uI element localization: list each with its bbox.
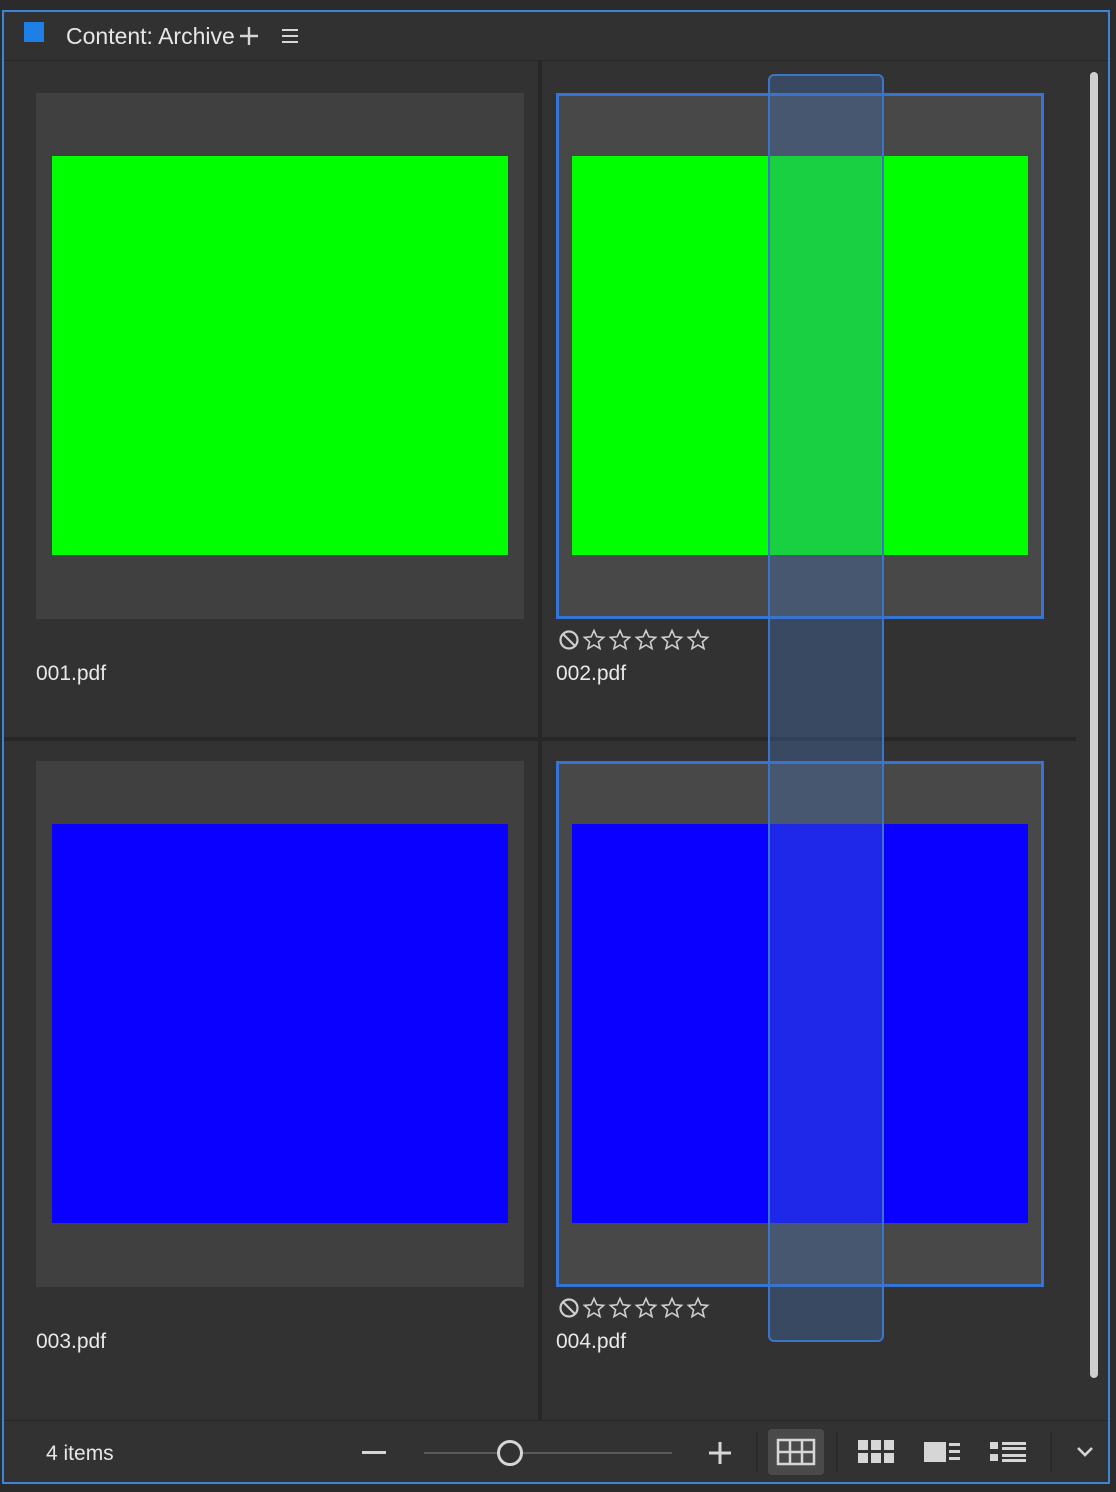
content-grid: 001.pdf 002.pdf 003.pdf 004.pdf xyxy=(4,61,1092,1423)
star-icon[interactable] xyxy=(686,628,710,652)
grid-view-button[interactable] xyxy=(768,1429,824,1475)
content-item[interactable]: 003.pdf xyxy=(4,729,524,1389)
zoom-slider[interactable] xyxy=(424,1437,672,1469)
reject-icon[interactable] xyxy=(558,629,580,651)
filmstrip-view-icon xyxy=(924,1442,960,1462)
list-view-icon xyxy=(990,1442,1026,1462)
grid-view-small-icon xyxy=(858,1440,894,1463)
panel-color-swatch xyxy=(24,22,44,42)
item-filename: 001.pdf xyxy=(36,662,107,685)
star-icon[interactable] xyxy=(582,628,606,652)
footer-divider xyxy=(756,1433,758,1473)
item-count: 4 items xyxy=(46,1442,114,1465)
footer-divider xyxy=(1050,1433,1052,1473)
add-icon[interactable] xyxy=(238,25,260,47)
item-filename: 002.pdf xyxy=(556,662,627,685)
panel-menu-icon[interactable] xyxy=(280,26,300,46)
star-icon[interactable] xyxy=(608,1296,632,1320)
star-icon[interactable] xyxy=(608,628,632,652)
content-item[interactable]: 002.pdf xyxy=(524,61,1044,721)
grid-view-small-button[interactable] xyxy=(848,1429,904,1475)
star-icon[interactable] xyxy=(634,1296,658,1320)
content-item[interactable]: 001.pdf xyxy=(4,61,524,721)
zoom-slider-track[interactable] xyxy=(424,1452,672,1454)
content-panel: Content: Archive 001.pdf 002.pdf 003.pdf… xyxy=(2,10,1110,1484)
zoom-in-icon[interactable] xyxy=(708,1441,732,1465)
panel-title[interactable]: Content: Archive xyxy=(66,22,235,50)
chevron-down-icon[interactable] xyxy=(1074,1441,1096,1463)
panel-header: Content: Archive xyxy=(4,12,1108,61)
item-filename: 003.pdf xyxy=(36,1330,107,1353)
item-thumbnail[interactable] xyxy=(556,761,1044,1287)
star-icon[interactable] xyxy=(634,628,658,652)
star-icon[interactable] xyxy=(660,628,684,652)
item-rating[interactable] xyxy=(558,1295,710,1321)
thumbnail-image xyxy=(572,824,1028,1223)
item-filename: 004.pdf xyxy=(556,1330,627,1353)
star-icon[interactable] xyxy=(686,1296,710,1320)
reject-icon[interactable] xyxy=(558,1297,580,1319)
item-thumbnail[interactable] xyxy=(36,761,524,1287)
panel-footer: 4 items xyxy=(4,1420,1108,1482)
zoom-slider-knob[interactable] xyxy=(497,1440,524,1466)
item-rating[interactable] xyxy=(558,627,710,653)
grid-view-icon xyxy=(776,1438,816,1466)
zoom-out-icon[interactable] xyxy=(362,1451,386,1455)
thumbnail-image xyxy=(572,156,1028,555)
list-view-button[interactable] xyxy=(980,1429,1036,1475)
scrollbar-thumb[interactable] xyxy=(1090,72,1098,1378)
thumbnail-image xyxy=(52,824,508,1223)
filmstrip-view-button[interactable] xyxy=(914,1429,970,1475)
thumbnail-image xyxy=(52,156,508,555)
vertical-scrollbar[interactable] xyxy=(1088,72,1100,1378)
footer-divider xyxy=(836,1433,838,1473)
item-thumbnail[interactable] xyxy=(36,93,524,619)
item-thumbnail[interactable] xyxy=(556,93,1044,619)
star-icon[interactable] xyxy=(582,1296,606,1320)
star-icon[interactable] xyxy=(660,1296,684,1320)
content-item[interactable]: 004.pdf xyxy=(524,729,1044,1389)
